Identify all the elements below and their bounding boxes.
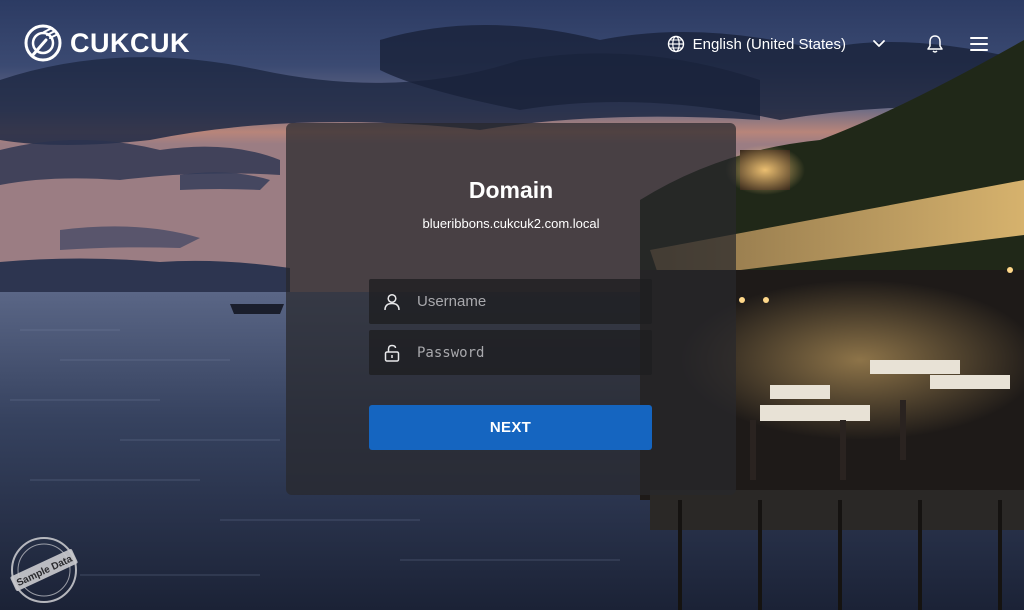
sample-data-stamp: Sample Data [8,534,80,606]
card-title: Domain [468,177,554,203]
brand-logo[interactable]: CUKCUK [24,24,190,62]
username-field[interactable] [369,279,652,324]
user-icon [384,293,400,310]
hamburger-menu-icon[interactable] [970,36,988,52]
login-card: Domain blueribbons.cukcuk2.com.local NEX… [286,123,736,495]
lock-icon [384,344,400,362]
chevron-down-icon [873,40,885,47]
password-field[interactable] [369,330,652,375]
language-selector[interactable]: English (United States) [667,35,886,53]
brand-name: CUKCUK [70,27,190,58]
topbar-actions: English (United States) [667,32,988,56]
language-label: English (United States) [692,35,846,53]
username-input[interactable] [415,292,642,311]
fork-logo-icon [24,24,62,62]
password-input[interactable] [415,343,642,362]
domain-label: blueribbons.cukcuk2.com.local [422,216,600,231]
globe-icon [667,35,684,53]
bell-icon[interactable] [926,34,944,54]
next-button[interactable]: NEXT [369,405,652,450]
